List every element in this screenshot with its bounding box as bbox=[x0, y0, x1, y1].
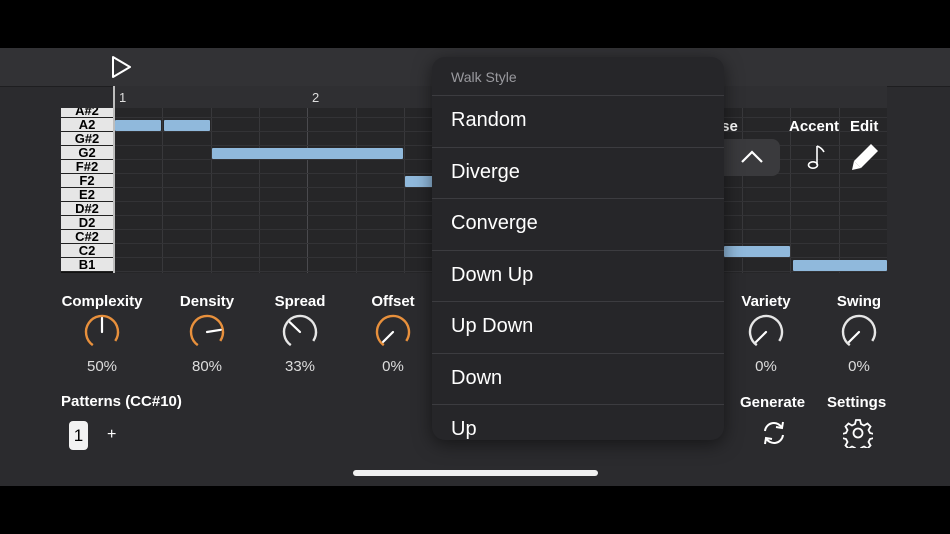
walk-style-option[interactable]: Up bbox=[432, 404, 724, 440]
grid-beat-line bbox=[258, 108, 260, 273]
walk-style-option-label: Diverge bbox=[451, 160, 520, 183]
knob-dial[interactable] bbox=[82, 312, 122, 352]
piano-keyboard[interactable]: A#2 A2 G#2 G2 F#2 F2 E2 D#2 D2 C#2 C2 B1 bbox=[61, 108, 113, 273]
edit-label: Edit bbox=[850, 118, 879, 135]
walk-style-option[interactable]: Down bbox=[432, 352, 724, 405]
pattern-1-button[interactable]: 1 bbox=[69, 421, 88, 450]
piano-key[interactable]: C2 bbox=[61, 244, 113, 258]
knob-dial[interactable] bbox=[187, 312, 227, 352]
walk-style-option[interactable]: Up Down bbox=[432, 301, 724, 353]
piano-key[interactable]: D#2 bbox=[61, 202, 113, 216]
walk-style-option[interactable]: Random bbox=[432, 95, 724, 147]
grid-beat-line bbox=[307, 108, 309, 273]
walk-style-option-label: Converge bbox=[451, 212, 538, 234]
knob-label: Variety bbox=[741, 293, 791, 310]
piano-key[interactable]: F#2 bbox=[61, 160, 113, 174]
add-pattern-button[interactable]: + bbox=[107, 426, 116, 444]
knob-dial[interactable] bbox=[746, 312, 786, 352]
pencil-icon[interactable] bbox=[849, 141, 881, 173]
piano-key[interactable]: E2 bbox=[61, 188, 113, 202]
knob-label: Offset bbox=[371, 293, 415, 310]
walk-style-option-label: Down bbox=[451, 366, 503, 389]
walk-style-option-label: Random bbox=[451, 109, 527, 131]
music-note-icon[interactable] bbox=[805, 143, 827, 171]
piano-key[interactable]: C#2 bbox=[61, 230, 113, 244]
knob-value: 0% bbox=[382, 358, 404, 375]
grid-beat-line bbox=[403, 108, 405, 273]
knob-dial[interactable] bbox=[839, 312, 879, 352]
bar-number-2: 2 bbox=[312, 90, 320, 105]
piano-key[interactable]: F2 bbox=[61, 174, 113, 188]
play-icon[interactable] bbox=[108, 55, 134, 79]
knob-value: 80% bbox=[191, 358, 223, 375]
note[interactable] bbox=[212, 148, 403, 159]
walk-style-option[interactable]: Down Up bbox=[432, 249, 724, 302]
home-indicator[interactable] bbox=[353, 470, 598, 476]
piano-key[interactable]: B1 bbox=[61, 258, 113, 272]
refresh-icon[interactable] bbox=[759, 418, 789, 448]
generate-label: Generate bbox=[740, 394, 806, 411]
piano-key[interactable]: G#2 bbox=[61, 132, 113, 146]
knob-label: Spread bbox=[274, 293, 326, 310]
note[interactable] bbox=[724, 246, 790, 257]
walk-style-menu: Walk Style Random Diverge Converge Down Up U… bbox=[432, 57, 724, 440]
gear-icon[interactable] bbox=[843, 418, 873, 448]
piano-key[interactable]: A2 bbox=[61, 118, 113, 132]
piano-key[interactable]: G2 bbox=[61, 146, 113, 160]
walk-style-option-label: Down Up bbox=[451, 263, 534, 286]
knob-label: Complexity bbox=[61, 293, 143, 310]
playhead[interactable] bbox=[113, 86, 115, 273]
note[interactable] bbox=[115, 120, 161, 131]
note[interactable] bbox=[405, 176, 435, 187]
knob-value: 50% bbox=[86, 358, 118, 375]
knob-value: 0% bbox=[755, 358, 777, 375]
grid-beat-line bbox=[355, 108, 357, 273]
grid-beat-line bbox=[162, 108, 164, 273]
knob-label: Swing bbox=[836, 293, 882, 310]
walk-style-option-label: Up Down bbox=[451, 315, 534, 337]
walk-style-option[interactable]: Diverge bbox=[432, 146, 724, 199]
walk-style-option-label: Up bbox=[451, 418, 477, 440]
accent-label: Accent bbox=[789, 118, 840, 135]
note[interactable] bbox=[164, 120, 210, 131]
patterns-title: Patterns (CC#10) bbox=[61, 393, 182, 410]
piano-key[interactable]: D2 bbox=[61, 216, 113, 230]
knob-dial[interactable] bbox=[373, 312, 413, 352]
knob-value: 33% bbox=[284, 358, 316, 375]
grid-beat-line bbox=[210, 108, 212, 273]
knob-value: 0% bbox=[848, 358, 870, 375]
note[interactable] bbox=[793, 260, 887, 271]
walk-style-option[interactable]: Converge bbox=[432, 198, 724, 250]
settings-label: Settings bbox=[827, 394, 887, 411]
bar-number-1: 1 bbox=[119, 90, 127, 105]
knob-dial[interactable] bbox=[280, 312, 320, 352]
walk-style-title: Walk Style bbox=[451, 69, 517, 85]
knob-label: Density bbox=[179, 293, 235, 310]
chevron-up-icon bbox=[741, 150, 763, 163]
